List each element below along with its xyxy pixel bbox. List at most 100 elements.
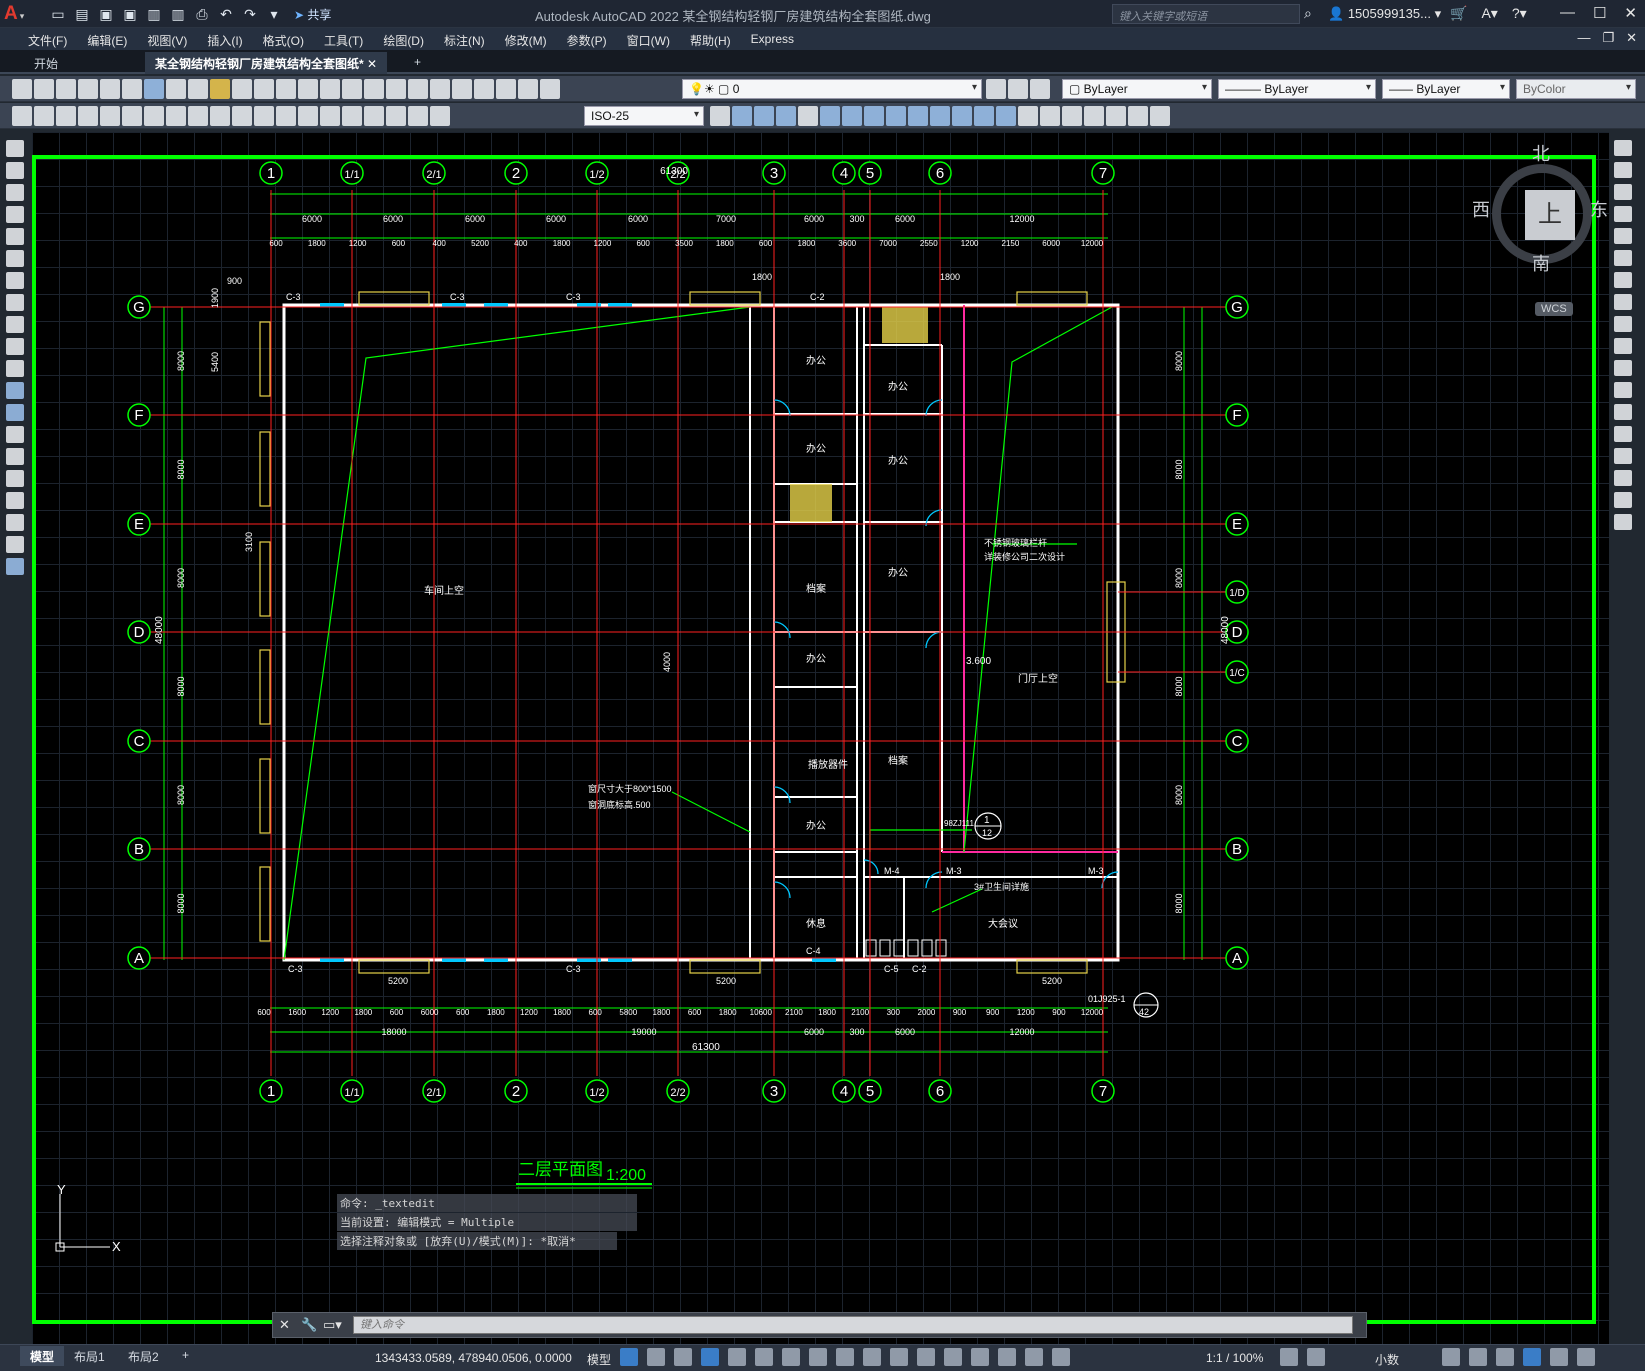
color-dropdown[interactable]: ▢ ByLayer <box>1062 79 1212 99</box>
tolerance-icon[interactable] <box>320 106 340 126</box>
3d-osnap-icon[interactable] <box>917 1348 935 1366</box>
dim-update-icon[interactable] <box>430 106 450 126</box>
trim-icon[interactable] <box>1614 338 1632 354</box>
viewcube-face-top[interactable]: 上 <box>1525 190 1575 240</box>
array-icon[interactable] <box>1614 228 1632 244</box>
scale-icon[interactable] <box>974 106 994 126</box>
bring-front-icon[interactable] <box>754 106 774 126</box>
break-icon[interactable] <box>1614 404 1632 420</box>
isodraft-icon[interactable] <box>755 1348 773 1366</box>
lineweight-icon[interactable] <box>836 1348 854 1366</box>
layer-dropdown[interactable]: 💡☀ ▢ 0 <box>682 79 982 99</box>
offset-icon[interactable] <box>908 106 928 126</box>
compass-south[interactable]: 南 <box>1532 250 1550 276</box>
save-icon[interactable] <box>56 79 76 99</box>
offset-icon[interactable] <box>1614 206 1632 222</box>
command-customize-icon[interactable]: 🔧 <box>301 1317 317 1333</box>
send-back-icon[interactable] <box>776 106 796 126</box>
menu-express[interactable]: Express <box>741 28 804 50</box>
angular-icon[interactable] <box>232 106 252 126</box>
revision-cloud-icon[interactable] <box>6 294 24 311</box>
chamfer-icon[interactable] <box>1106 106 1126 126</box>
snap-mode-icon[interactable] <box>647 1348 665 1366</box>
grid-toggle-icon[interactable] <box>620 1348 638 1366</box>
dim-text-edit-icon[interactable] <box>408 106 428 126</box>
join-icon[interactable] <box>1084 106 1104 126</box>
chamfer-icon[interactable] <box>1614 448 1632 464</box>
units-display[interactable]: 小数 <box>1375 1351 1399 1368</box>
dynamic-input-icon[interactable] <box>674 1348 692 1366</box>
design-center-icon[interactable] <box>408 79 428 99</box>
draw-order-icon[interactable] <box>732 106 752 126</box>
circle-icon[interactable] <box>6 272 24 289</box>
copy-object-icon[interactable] <box>864 106 884 126</box>
jogged-icon[interactable] <box>188 106 208 126</box>
array-icon[interactable] <box>930 106 950 126</box>
spline-icon[interactable] <box>6 316 24 333</box>
model-space-toggle[interactable]: 模型 <box>587 1351 611 1368</box>
fillet-icon[interactable] <box>1128 106 1148 126</box>
new-icon[interactable]: ▭ <box>48 4 68 24</box>
hardware-acceleration-icon[interactable] <box>1523 1348 1541 1366</box>
selection-filter-icon[interactable] <box>971 1348 989 1366</box>
polyline-icon[interactable] <box>6 184 24 201</box>
customization-icon[interactable] <box>1577 1348 1595 1366</box>
zoom-previous-icon[interactable] <box>364 79 384 99</box>
rotate-icon[interactable] <box>952 106 972 126</box>
zoom-realtime-icon[interactable] <box>320 79 340 99</box>
arc-length-icon[interactable] <box>122 106 142 126</box>
transparency-icon[interactable] <box>863 1348 881 1366</box>
undo-icon[interactable] <box>254 79 274 99</box>
add-selected-icon[interactable] <box>6 558 24 575</box>
menu-view[interactable]: 视图(V) <box>137 28 197 50</box>
save-as-icon[interactable]: ▣ <box>120 4 140 24</box>
trim-icon[interactable] <box>1018 106 1038 126</box>
viewcube[interactable]: 北 南 西 东 上 WCS <box>1472 132 1608 332</box>
wcs-menu[interactable]: WCS <box>1535 302 1573 316</box>
polar-tracking-icon[interactable] <box>728 1348 746 1366</box>
dim-style-dropdown[interactable]: ISO-25 <box>584 106 704 126</box>
mirror-icon[interactable] <box>886 106 906 126</box>
menu-insert[interactable]: 插入(I) <box>197 28 252 50</box>
open-icon[interactable] <box>34 79 54 99</box>
help-icon[interactable]: ?▾ <box>1512 5 1527 22</box>
insert-block-icon[interactable] <box>34 106 54 126</box>
menu-format[interactable]: 格式(O) <box>253 28 314 50</box>
share-button[interactable]: 共享 <box>294 6 331 23</box>
dim-style-icon[interactable] <box>710 106 730 126</box>
doc-minimize-icon[interactable]: — <box>1577 30 1590 46</box>
new-icon[interactable] <box>12 79 32 99</box>
clean-screen-icon[interactable] <box>1550 1348 1568 1366</box>
menu-window[interactable]: 窗口(W) <box>617 28 680 50</box>
layout-tab-model[interactable]: 模型 <box>20 1346 65 1366</box>
properties-icon[interactable] <box>386 79 406 99</box>
explode-icon[interactable] <box>1150 106 1170 126</box>
add-layout-icon[interactable]: + <box>172 1346 199 1366</box>
calculator-icon[interactable] <box>496 79 516 99</box>
cart-icon[interactable]: 🛒 <box>1450 5 1467 22</box>
hatch-icon[interactable] <box>6 448 24 465</box>
menu-modify[interactable]: 修改(M) <box>495 28 557 50</box>
ellipse-icon[interactable] <box>6 338 24 355</box>
user-account[interactable]: 👤 1505999135... ▾ <box>1328 6 1441 22</box>
save-to-web-icon[interactable]: ▥ <box>168 4 188 24</box>
region-icon[interactable] <box>6 492 24 509</box>
doc-restore-icon[interactable]: ❐ <box>1602 30 1614 46</box>
compass-north[interactable]: 北 <box>1532 140 1550 166</box>
open-from-web-icon[interactable]: ▥ <box>144 4 164 24</box>
stretch-icon[interactable] <box>996 106 1016 126</box>
dim-edit-icon[interactable] <box>386 106 406 126</box>
gradient-icon[interactable] <box>6 470 24 487</box>
copy-object-icon[interactable] <box>1614 162 1632 178</box>
scale-icon[interactable] <box>1614 294 1632 310</box>
isolate-objects-icon[interactable] <box>1496 1348 1514 1366</box>
redo-icon[interactable] <box>276 79 296 99</box>
object-snap-tracking-icon[interactable] <box>782 1348 800 1366</box>
close-icon[interactable]: ✕ <box>1624 4 1637 22</box>
maximize-icon[interactable]: ☐ <box>1593 4 1606 22</box>
rotate-icon[interactable] <box>1614 272 1632 288</box>
layout-tab-2[interactable]: 布局2 <box>118 1346 169 1366</box>
redo-icon[interactable]: ↷ <box>240 4 260 24</box>
menu-dimension[interactable]: 标注(N) <box>434 28 495 50</box>
stretch-icon[interactable] <box>1614 316 1632 332</box>
